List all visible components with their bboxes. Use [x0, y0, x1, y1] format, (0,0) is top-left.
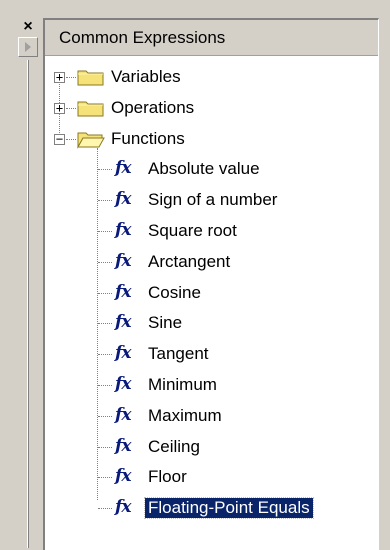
expand-icon[interactable]: + [54, 102, 65, 114]
function-icon: fx [115, 220, 131, 240]
tree-connector [98, 508, 112, 510]
tree-folder-variables[interactable]: + Variables [45, 62, 375, 92]
function-icon: fx [115, 250, 131, 271]
tree-item-label: Arctangent [148, 251, 231, 271]
function-icon: fx [115, 281, 131, 302]
function-icon: fx [115, 158, 131, 179]
function-icon: fx [115, 343, 131, 364]
tree-item-label: Cosine [148, 282, 201, 302]
function-icon: fx [115, 374, 131, 394]
tree-item-label-selected: Floating-Point Equals [144, 497, 314, 520]
tree-item-function[interactable]: fx Absolute value [45, 154, 375, 184]
tree-connector [98, 354, 112, 356]
tree-item-function[interactable]: fx Cosine [45, 278, 375, 308]
tree-item-label: Operations [111, 97, 195, 117]
tree-connector [66, 107, 76, 109]
tree-item-label: Floor [148, 467, 187, 487]
close-icon[interactable]: × [18, 18, 38, 35]
tree-item-function[interactable]: fx Tangent [45, 339, 375, 369]
tree-item-label: Absolute value [148, 159, 260, 179]
tree-item-function[interactable]: fx Floor [45, 462, 375, 492]
tree-connector [98, 415, 112, 417]
tree-item-function[interactable]: fx Square root [45, 216, 375, 246]
tree-connector [98, 231, 112, 232]
expressions-panel: Common Expressions + Variables + Operations… [43, 18, 379, 550]
tree-item-label: Functions [111, 128, 185, 148]
function-icon: fx [115, 466, 131, 487]
tree-item-function[interactable]: fx Sign of a number [45, 185, 375, 215]
function-icon: fx [115, 312, 131, 333]
tree-connector [98, 169, 112, 171]
pin-icon[interactable] [18, 37, 38, 57]
function-icon: fx [115, 435, 131, 456]
folder-open-icon [77, 129, 105, 149]
panel-header: Common Expressions [45, 20, 378, 56]
function-icon: fx [115, 189, 131, 210]
tree-connector [98, 200, 112, 202]
tree-item-label: Maximum [148, 405, 222, 425]
folder-icon [77, 98, 105, 118]
tree-connector [66, 77, 76, 78]
tree-item-label: Square root [148, 221, 237, 240]
tree-item-function[interactable]: fx Maximum [45, 401, 375, 431]
tree-item-label: Tangent [148, 344, 209, 364]
expand-icon[interactable]: + [54, 71, 65, 83]
tree-item-function[interactable]: fx Minimum [45, 370, 375, 400]
panel-title: Common Expressions [59, 27, 226, 47]
tree-item-label: Ceiling [148, 436, 200, 456]
tree-item-label: Sine [148, 313, 183, 333]
tree-folder-operations[interactable]: + Operations [45, 93, 375, 123]
tree-item-function[interactable]: fx Floating-Point Equals [45, 493, 375, 523]
tree-connector [98, 477, 112, 479]
collapse-icon[interactable]: − [54, 133, 65, 145]
tree-connector [98, 323, 112, 325]
tree-connector [98, 385, 112, 386]
splitter-shadow [28, 60, 29, 548]
tree-item-function[interactable]: fx Ceiling [45, 432, 375, 462]
tree-connector [98, 292, 112, 294]
tree-connector [98, 261, 112, 263]
folder-icon [77, 67, 105, 87]
left-dock-strip: × [0, 0, 42, 548]
tree-folder-functions[interactable]: − Functions [45, 124, 375, 154]
tree-connector [98, 446, 112, 448]
tree-connector [66, 138, 76, 140]
tree-item-label: Minimum [148, 375, 217, 394]
tree-item-function[interactable]: fx Arctangent [45, 247, 375, 277]
tree-item-function[interactable]: fx Sine [45, 308, 375, 338]
function-icon: fx [115, 497, 131, 518]
tree-item-label: Sign of a number [148, 190, 278, 210]
tree-item-label: Variables [111, 67, 181, 86]
function-icon: fx [115, 404, 131, 425]
